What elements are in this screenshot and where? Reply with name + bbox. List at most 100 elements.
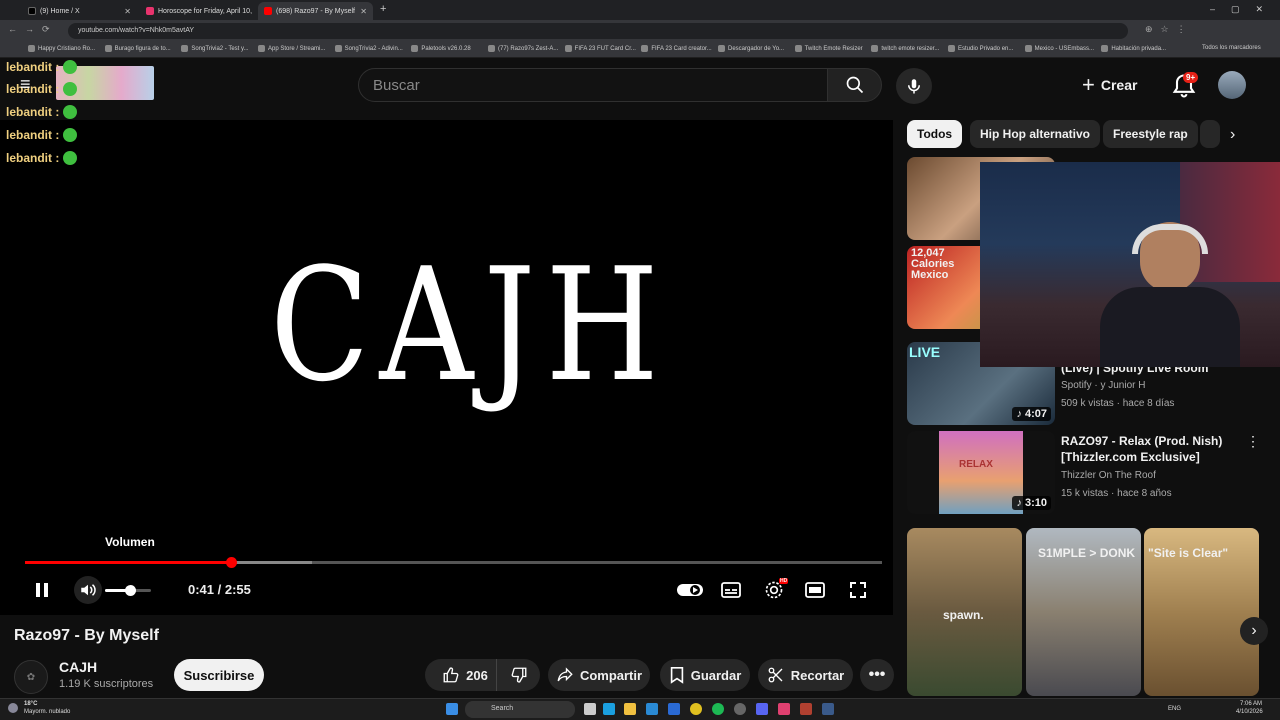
voice-search-button[interactable] xyxy=(896,68,932,104)
bookmark-item[interactable]: Estudio Privado en... xyxy=(948,45,1013,52)
channel-avatar[interactable]: ✿ xyxy=(14,660,48,694)
app-icon[interactable] xyxy=(822,703,834,715)
bookmark-item[interactable]: twitch emote resizer... xyxy=(871,45,939,52)
share-button[interactable]: Compartir xyxy=(548,659,650,691)
clock-date[interactable]: 4/10/2026 xyxy=(1236,709,1263,715)
language-indicator[interactable]: ENG xyxy=(1168,706,1181,712)
rec-thumbnail-4[interactable]: RELAX ♪ 3:10 xyxy=(907,431,1055,514)
tab-x-home[interactable]: (9) Home / X ✕ xyxy=(22,2,137,20)
window-controls[interactable]: –▢✕ xyxy=(1210,4,1279,15)
chip-partial[interactable] xyxy=(1200,120,1220,148)
hd-badge: HD xyxy=(779,578,789,584)
rec-title[interactable]: RAZO97 - Relax (Prod. Nish) [Thizzler.co… xyxy=(1061,433,1241,465)
close-tab-icon[interactable]: ✕ xyxy=(360,7,367,16)
short-thumbnail-2[interactable]: S1MPLE > DONK xyxy=(1026,528,1141,696)
app-icon[interactable] xyxy=(800,703,812,715)
taskbar-search[interactable]: Search xyxy=(465,701,575,718)
clock-time[interactable]: 7:06 AM xyxy=(1240,701,1262,707)
subscribe-button[interactable]: Suscribirse xyxy=(174,659,264,691)
clip-button[interactable]: Recortar xyxy=(758,659,853,691)
duration-text: 4:07 xyxy=(1024,408,1047,420)
rec-channel[interactable]: Thizzler On The Roof xyxy=(1061,470,1156,481)
new-tab-button[interactable]: + xyxy=(380,3,386,15)
duration-badge: ♪ 4:07 xyxy=(1012,407,1051,421)
close-tab-icon[interactable]: ✕ xyxy=(124,7,131,16)
store-icon[interactable] xyxy=(646,703,658,715)
bookmark-item[interactable]: SongTrivia2 - Adivin... xyxy=(334,45,403,52)
explorer-icon[interactable] xyxy=(624,703,636,715)
save-button[interactable]: Guardar xyxy=(660,659,750,691)
pause-button[interactable] xyxy=(28,578,56,602)
bookmark-favicon-icon xyxy=(1024,45,1032,52)
shorts-next-button[interactable]: › xyxy=(1240,617,1268,645)
menu-icon[interactable]: ≡ xyxy=(20,74,31,95)
bookmark-item[interactable]: Mexico - USEmbass... xyxy=(1024,45,1095,52)
task-view-icon[interactable] xyxy=(584,703,596,715)
bookmark-favicon-icon xyxy=(334,45,342,52)
dislike-button[interactable] xyxy=(496,659,540,691)
subtitles-button[interactable] xyxy=(718,578,744,602)
bookmark-item[interactable]: Descargador de Yo... xyxy=(718,45,784,52)
bookmark-favicon-icon xyxy=(1101,45,1109,52)
settings-button[interactable]: HD xyxy=(760,577,789,603)
account-avatar[interactable] xyxy=(1218,71,1246,99)
autoplay-icon xyxy=(677,584,703,596)
tab-youtube[interactable]: (698) Razo97 - By Myself ✕ xyxy=(258,2,373,20)
bookmark-item[interactable]: FIFA 23 Card creator... xyxy=(641,45,712,52)
bookmark-item[interactable]: (77) Razo97s Zest-A... xyxy=(488,45,558,52)
bookmark-label: Happy Cristiano Ro... xyxy=(38,45,96,52)
tab-horoscope[interactable]: Horoscope for Friday, April 10, ✕ xyxy=(140,2,255,20)
fullscreen-button[interactable] xyxy=(845,578,871,602)
chat-message: lebandit : xyxy=(6,105,78,119)
spotify-icon[interactable] xyxy=(712,703,724,715)
music-icon[interactable] xyxy=(778,703,790,715)
emote-icon xyxy=(63,151,78,165)
chip-freestyle[interactable]: Freestyle rap xyxy=(1103,120,1198,148)
bookmark-item[interactable]: Paletools v26.0.28 xyxy=(411,45,471,52)
short-thumbnail-3[interactable]: "Site is Clear" xyxy=(1144,528,1259,696)
search-button[interactable] xyxy=(827,68,882,102)
theater-mode-button[interactable] xyxy=(802,578,828,602)
nav-buttons[interactable]: ←→⟳ xyxy=(8,24,58,35)
start-icon[interactable] xyxy=(446,703,458,715)
create-button[interactable]: + Crear xyxy=(1082,70,1160,100)
bookmark-item[interactable]: SongTrivia2 - Test y... xyxy=(181,45,249,52)
channel-name[interactable]: CAJH xyxy=(59,659,97,675)
emote-icon xyxy=(63,128,78,142)
chevron-right-icon[interactable]: › xyxy=(1230,126,1235,144)
mail-icon[interactable] xyxy=(668,703,680,715)
steam-icon[interactable] xyxy=(734,703,746,715)
browser-toolbar-icons[interactable]: ⊕☆⋮ xyxy=(1145,24,1194,35)
discord-icon[interactable] xyxy=(756,703,768,715)
bookmark-item[interactable]: App Store / Streami... xyxy=(258,45,325,52)
like-button[interactable]: 206 xyxy=(425,659,505,691)
progress-scrubber[interactable] xyxy=(225,557,237,568)
autoplay-toggle[interactable] xyxy=(675,580,705,600)
rec-channel[interactable]: Spotify · y Junior H xyxy=(1061,380,1145,391)
bookmark-item[interactable]: Habitación privada... xyxy=(1101,45,1166,52)
chip-hip-hop[interactable]: Hip Hop alternativo xyxy=(970,120,1101,148)
short-thumbnail-1[interactable]: spawn. xyxy=(907,528,1022,696)
duration-text: 3:10 xyxy=(1024,497,1047,509)
chip-todos[interactable]: Todos xyxy=(907,120,963,148)
search-input[interactable]: Buscar xyxy=(358,68,828,102)
mute-button[interactable] xyxy=(74,576,102,604)
video-title: Razo97 - By Myself xyxy=(14,627,159,644)
edge-icon[interactable] xyxy=(603,703,615,715)
more-vert-icon[interactable]: ⋮ xyxy=(1246,433,1260,450)
bookmark-favicon-icon xyxy=(641,45,649,52)
bookmark-label: Mexico - USEmbass... xyxy=(1034,45,1095,52)
bookmark-icon xyxy=(670,666,683,684)
bookmark-item[interactable]: FIFA 23 FUT Card Cr... xyxy=(564,45,636,52)
windows-taskbar: 18°C Mayorm. nublado Search ENG 7:06 AM … xyxy=(0,698,1280,720)
bookmark-label: App Store / Streami... xyxy=(268,45,326,52)
bookmark-item[interactable]: Twitch Emote Resizer xyxy=(794,45,863,52)
bookmark-label: FIFA 23 FUT Card Cr... xyxy=(574,45,636,52)
more-actions-button[interactable]: ••• xyxy=(860,659,894,691)
bookmark-item[interactable]: Happy Cristiano Ro... xyxy=(28,45,95,52)
bookmark-item[interactable]: Burago figura de to... xyxy=(104,45,171,52)
bookmark-label: SongTrivia2 - Test y... xyxy=(191,45,249,52)
url-field[interactable]: youtube.com/watch?v=Nhk0m5avtAY xyxy=(68,23,1128,39)
all-bookmarks[interactable]: Todos los marcadores xyxy=(1202,45,1261,51)
chrome-icon[interactable] xyxy=(690,703,702,715)
